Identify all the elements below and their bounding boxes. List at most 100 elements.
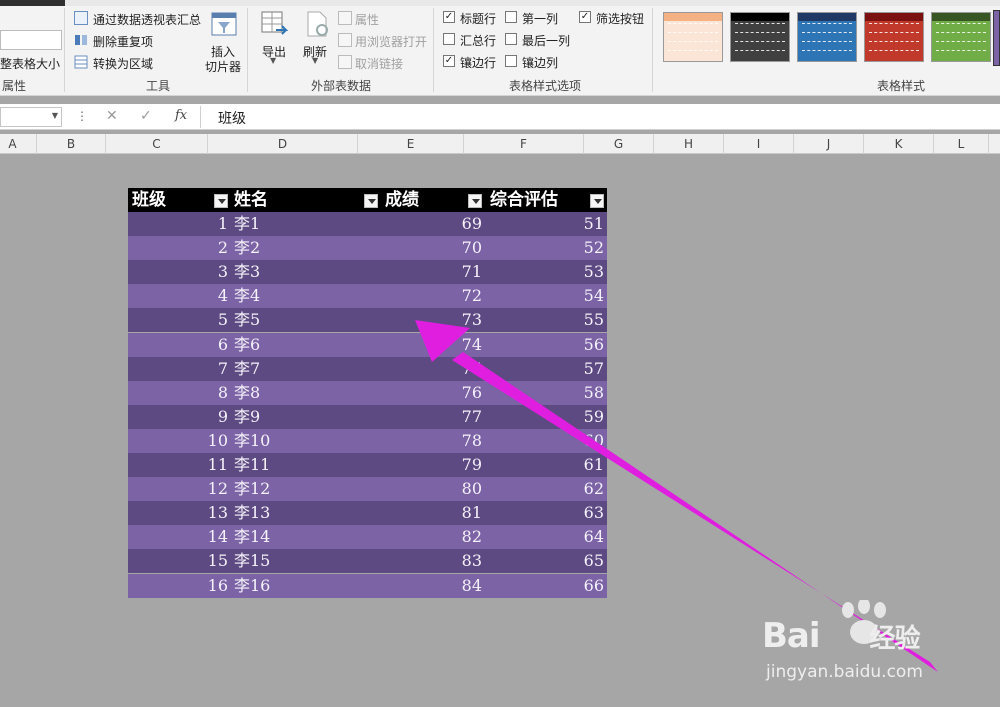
header-row-checkbox[interactable]: ✓ — [443, 11, 455, 23]
remove-duplicates-button[interactable]: 删除重复项 — [93, 33, 153, 50]
table-cell[interactable]: 52 — [584, 236, 604, 260]
table-row[interactable]: 7 李7 75 57 — [128, 356, 607, 381]
table-cell[interactable]: 李6 — [234, 333, 260, 357]
table-header-cell[interactable]: 综合评估 — [490, 188, 558, 212]
table-row[interactable]: 6 李6 74 56 — [128, 332, 607, 357]
table-row[interactable]: 9 李9 77 59 — [128, 404, 607, 429]
filter-dropdown-icon[interactable] — [364, 194, 378, 208]
table-cell[interactable]: 李9 — [234, 405, 260, 429]
table-cell[interactable]: 69 — [462, 212, 482, 236]
table-cell[interactable]: 李8 — [234, 381, 260, 405]
table-style-swatch[interactable] — [663, 12, 723, 62]
column-header-c[interactable]: C — [106, 134, 208, 154]
filter-button-checkbox[interactable]: ✓ — [579, 11, 591, 23]
column-header-a[interactable]: A — [0, 134, 37, 154]
table-cell[interactable]: 60 — [584, 429, 604, 453]
column-header-k[interactable]: K — [864, 134, 934, 154]
table-cell[interactable]: 76 — [462, 381, 482, 405]
table-cell[interactable]: 4 — [218, 284, 228, 308]
table-cell[interactable]: 9 — [218, 405, 228, 429]
column-header-j[interactable]: J — [794, 134, 864, 154]
column-header-d[interactable]: D — [208, 134, 358, 154]
table-cell[interactable]: 2 — [218, 236, 228, 260]
table-cell[interactable]: 李7 — [234, 357, 260, 381]
table-cell[interactable]: 75 — [462, 357, 482, 381]
table-style-swatch[interactable] — [730, 12, 790, 62]
table-cell[interactable]: 李13 — [234, 501, 270, 525]
table-row[interactable]: 13 李13 81 63 — [128, 501, 607, 526]
filter-dropdown-icon[interactable] — [468, 194, 482, 208]
table-row[interactable]: 8 李8 76 58 — [128, 380, 607, 405]
insert-slicer-label-2[interactable]: 切片器 — [205, 58, 241, 75]
table-cell[interactable]: 3 — [218, 260, 228, 284]
table-cell[interactable]: 63 — [584, 501, 604, 525]
table-header-cell[interactable]: 成绩 — [385, 188, 419, 212]
column-header-b[interactable]: B — [37, 134, 106, 154]
column-header-h[interactable]: H — [654, 134, 724, 154]
table-cell[interactable]: 李12 — [234, 477, 270, 501]
convert-to-range-button[interactable]: 转换为区域 — [93, 55, 153, 72]
table-row[interactable]: 14 李14 82 64 — [128, 525, 607, 550]
table-cell[interactable]: 14 — [208, 525, 228, 549]
banded-columns-checkbox[interactable] — [505, 55, 517, 67]
table-cell[interactable]: 71 — [462, 260, 482, 284]
column-header-i[interactable]: I — [724, 134, 794, 154]
column-header-l[interactable]: L — [934, 134, 989, 154]
insert-function-icon[interactable]: fx — [175, 108, 187, 123]
table-cell[interactable]: 李5 — [234, 308, 260, 332]
table-cell[interactable]: 15 — [208, 549, 228, 573]
table-cell[interactable]: 12 — [208, 477, 228, 501]
table-header-cell[interactable]: 班级 — [132, 188, 166, 212]
table-cell[interactable]: 李16 — [234, 574, 270, 598]
table-cell[interactable]: 70 — [462, 236, 482, 260]
table-style-swatch[interactable] — [931, 12, 991, 62]
pivot-summary-button[interactable]: 通过数据透视表汇总 — [93, 11, 201, 28]
table-cell[interactable]: 72 — [462, 284, 482, 308]
table-cell[interactable]: 16 — [208, 574, 228, 598]
table-cell[interactable]: 53 — [584, 260, 604, 284]
table-row[interactable]: 2 李2 70 52 — [128, 236, 607, 261]
table-cell[interactable]: 65 — [584, 549, 604, 573]
table-style-swatch[interactable] — [797, 12, 857, 62]
properties-button[interactable]: 属性 — [355, 11, 379, 28]
table-cell[interactable]: 54 — [584, 284, 604, 308]
table-cell[interactable]: 51 — [584, 212, 604, 236]
table-cell[interactable]: 10 — [208, 429, 228, 453]
table-cell[interactable]: 李1 — [234, 212, 260, 236]
table-header-cell[interactable]: 姓名 — [234, 188, 268, 212]
table-cell[interactable]: 78 — [462, 429, 482, 453]
table-cell[interactable]: 66 — [584, 574, 604, 598]
table-cell[interactable]: 84 — [462, 574, 482, 598]
export-dropdown-icon[interactable]: ▼ — [270, 56, 276, 65]
table-cell[interactable]: 李2 — [234, 236, 260, 260]
column-header-g[interactable]: G — [584, 134, 654, 154]
table-cell[interactable]: 79 — [462, 453, 482, 477]
table-row[interactable]: 5 李5 73 55 — [128, 308, 607, 333]
table-row[interactable]: 16 李16 84 66 — [128, 573, 607, 598]
table-cell[interactable]: 李15 — [234, 549, 270, 573]
unlink-button[interactable]: 取消链接 — [355, 55, 403, 72]
table-cell[interactable]: 李10 — [234, 429, 270, 453]
first-column-checkbox[interactable] — [505, 11, 517, 23]
column-header-f[interactable]: F — [464, 134, 584, 154]
refresh-dropdown-icon[interactable]: ▼ — [312, 56, 318, 65]
last-column-checkbox[interactable] — [505, 33, 517, 45]
table-cell[interactable]: 5 — [218, 308, 228, 332]
table-row[interactable]: 1 李1 69 51 — [128, 212, 607, 236]
table-cell[interactable]: 74 — [462, 333, 482, 357]
table-cell[interactable]: 83 — [462, 549, 482, 573]
table-row[interactable]: 15 李15 83 65 — [128, 549, 607, 574]
table-cell[interactable]: 8 — [218, 381, 228, 405]
cancel-icon[interactable]: ✕ — [106, 108, 118, 124]
table-cell[interactable]: 77 — [462, 405, 482, 429]
table-cell[interactable]: 62 — [584, 477, 604, 501]
table-cell[interactable]: 1 — [218, 212, 228, 236]
table-cell[interactable]: 80 — [462, 477, 482, 501]
table-name-input[interactable] — [0, 30, 62, 50]
filter-dropdown-icon[interactable] — [214, 194, 228, 208]
resize-table-button[interactable]: 整表格大小 — [0, 55, 60, 72]
table-cell[interactable]: 57 — [584, 357, 604, 381]
table-cell[interactable]: 7 — [218, 357, 228, 381]
table-row[interactable]: 11 李11 79 61 — [128, 453, 607, 477]
table-cell[interactable]: 82 — [462, 525, 482, 549]
